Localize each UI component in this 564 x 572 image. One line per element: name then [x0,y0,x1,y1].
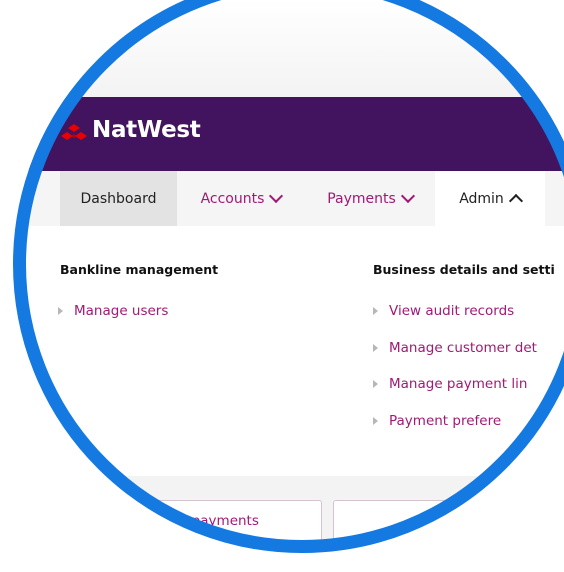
tab-payments-label: Payments [327,190,396,207]
tab-payments[interactable]: Payments [305,171,435,226]
payment-preferences-link[interactable]: Payment prefere [373,413,501,429]
view-audit-records-link[interactable]: View audit records [373,303,514,319]
chevron-down-icon [269,188,284,204]
page-background [13,0,564,97]
manage-payment-limits-link[interactable]: Manage payment lin [373,376,527,392]
arrow-right-icon [58,307,63,315]
manage-customer-details-link[interactable]: Manage customer det [373,340,537,356]
manage-customer-details-label: Manage customer det [389,340,537,356]
tab-admin[interactable]: Admin [435,171,545,226]
tab-admin-label: Admin [459,190,504,207]
natwest-logo-icon[interactable] [61,124,87,144]
chevron-up-icon [508,193,523,209]
bankline-management-heading: Bankline management [60,262,219,277]
tab-dashboard-label: Dashboard [80,190,157,207]
view-audit-records-label: View audit records [389,303,515,319]
brand-name[interactable]: NatWest [92,117,201,143]
manage-users-label: Manage users [74,303,169,319]
tab-dashboard[interactable]: Dashboard [60,171,177,226]
payment-preferences-label: Payment prefere [389,413,502,429]
arrow-right-icon [373,380,378,388]
quick-action-card[interactable] [333,500,564,552]
arrow-right-icon [373,307,378,315]
tab-accounts-label: Accounts [200,190,265,207]
magnified-view: NatWest Dashboard Accounts Payments Admi… [13,0,564,553]
chevron-down-icon [400,188,415,204]
tab-accounts[interactable]: Accounts [177,171,305,226]
manage-payment-limits-label: Manage payment lin [389,376,528,392]
manage-users-link[interactable]: Manage users [58,303,168,319]
payments-card-label: c payments [180,513,259,529]
arrow-right-icon [373,417,378,425]
arrow-right-icon [373,344,378,352]
business-details-heading: Business details and setti [373,262,555,277]
